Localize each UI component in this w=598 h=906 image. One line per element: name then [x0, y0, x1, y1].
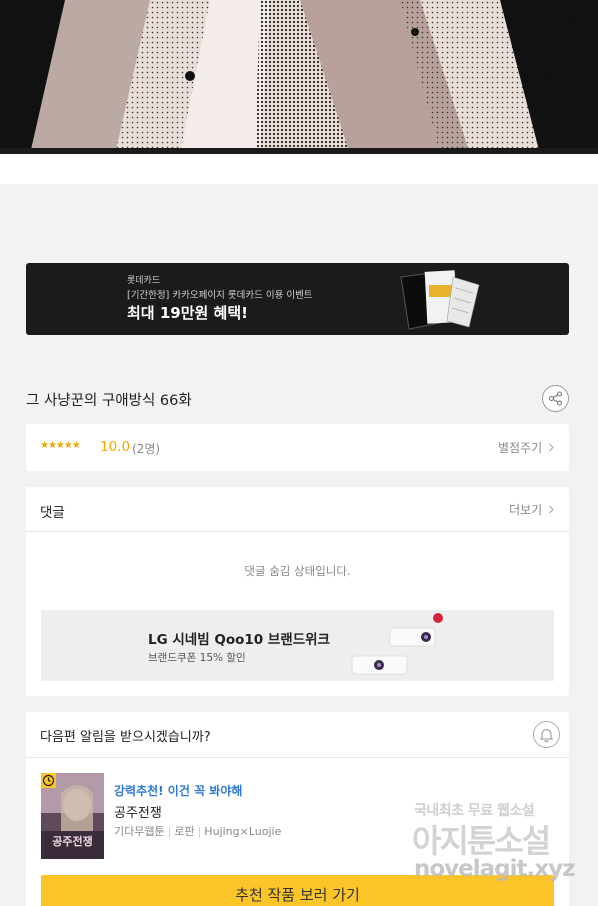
notify-button[interactable] — [533, 721, 560, 748]
watermark-line3: novelagit.xyz — [414, 856, 575, 882]
ad-banner[interactable]: 롯데카드 [기간한정] 카카오페이지 롯데카드 이용 이벤트 최대 19만원 혜… — [26, 263, 569, 335]
meta-genre: 로판 — [174, 825, 195, 838]
recommended-work-title: 공주전쟁 — [114, 806, 162, 821]
rating-stars: ★★★★★ — [40, 440, 81, 451]
share-button[interactable] — [542, 385, 569, 412]
banner-brand: 롯데카드 — [127, 276, 161, 286]
comments-header: 댓글 더보기 — [26, 487, 569, 532]
rating-count: (2명) — [132, 442, 161, 456]
comments-more-button[interactable]: 더보기 — [509, 501, 555, 518]
comments-title: 댓글 — [40, 505, 65, 521]
comments-section: 댓글 더보기 댓글 숨김 상태입니다. LG 시네빔 Qoo10 브랜드위크 브… — [26, 487, 569, 696]
rate-button[interactable]: 별점주기 — [498, 439, 555, 456]
share-icon — [548, 391, 563, 406]
episode-title: 그 사냥꾼의 구애방식 66화 — [26, 393, 192, 409]
card-promo-art — [361, 263, 486, 335]
bell-icon — [539, 728, 554, 742]
rating-card: ★★★★★ 10.0 (2명) 별점주기 — [26, 424, 569, 471]
ad-subtitle: 브랜드쿠폰 15% 할인 — [148, 652, 246, 664]
recommend-label: 강력추천! 이건 꼭 봐야해 — [114, 784, 243, 798]
comment-ad[interactable]: LG 시네빔 Qoo10 브랜드위크 브랜드쿠폰 15% 할인 — [41, 610, 554, 681]
comic-panel-image — [0, 0, 598, 154]
rating-score: 10.0 — [100, 439, 131, 455]
thumbnail-title: 공주전쟁 — [52, 834, 92, 848]
meta-author: Hujing×Luojie — [204, 825, 282, 838]
comments-more-label: 더보기 — [509, 503, 543, 517]
projector-image — [346, 610, 456, 681]
banner-headline: 최대 19만원 혜택! — [127, 304, 248, 322]
next-episode-header: 다음편 알림을 받으시겠습니까? — [26, 712, 569, 758]
chevron-right-icon — [549, 443, 554, 452]
site-watermark: 국내최초 무료 웹소설 아지툰소설 novelagit.xyz — [410, 798, 598, 888]
comments-hidden-message: 댓글 숨김 상태입니다. — [244, 564, 351, 578]
chevron-right-icon — [549, 505, 554, 514]
next-episode-question: 다음편 알림을 받으시겠습니까? — [40, 730, 211, 745]
ad-title: LG 시네빔 Qoo10 브랜드위크 — [148, 632, 330, 648]
rate-button-label: 별점주기 — [498, 441, 543, 455]
banner-line: [기간한정] 카카오페이지 롯데카드 이용 이벤트 — [127, 290, 313, 301]
meta-type: 기다무웹툰 — [114, 825, 165, 838]
recommended-work-thumbnail[interactable]: 공주전쟁 — [41, 773, 104, 859]
clock-icon — [41, 773, 56, 788]
comic-bottom-strip — [0, 154, 598, 184]
recommended-work-meta: 기다무웹툰 | 로판 | Hujing×Luojie — [114, 825, 282, 838]
